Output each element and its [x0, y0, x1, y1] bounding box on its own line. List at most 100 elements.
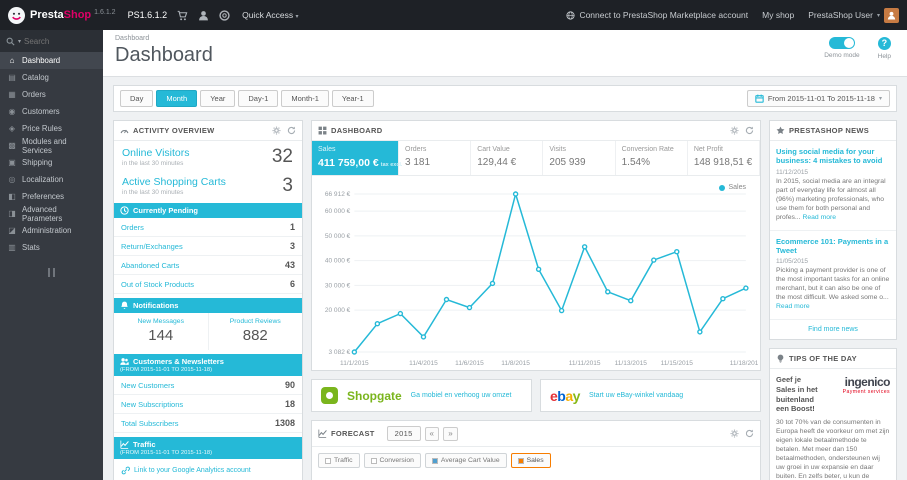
metric-tab-sales[interactable]: Sales 411 759,00 € tax excl. — [312, 141, 402, 175]
sidebar-item-orders[interactable]: ▦ Orders — [0, 86, 103, 103]
forecast-chart-area — [312, 474, 760, 480]
sidebar-item-customers[interactable]: ◉ Customers — [0, 103, 103, 120]
panel-title: ACTIVITY OVERVIEW — [133, 126, 215, 135]
range-day-button[interactable]: Day — [120, 90, 154, 107]
range-year-button[interactable]: Year — [200, 90, 236, 107]
forecast-next-button[interactable]: » — [443, 426, 459, 441]
pending-returns-row[interactable]: Return/Exchanges 3 — [114, 237, 302, 256]
svg-text:11/6/2015: 11/6/2015 — [455, 360, 484, 367]
marketplace-link[interactable]: Connect to PrestaShop Marketplace accoun… — [566, 10, 748, 20]
metric-tab-visits[interactable]: Visits 205 939 — [543, 141, 616, 175]
abandoned-carts-row[interactable]: Abandoned Carts 43 — [114, 256, 302, 275]
forecast-toggles: Traffic Conversion Average Cart Value Sa… — [312, 447, 760, 474]
user-icon[interactable] — [198, 10, 209, 21]
read-more-link[interactable]: Read more — [776, 303, 810, 310]
pending-orders-row[interactable]: Orders 1 — [114, 218, 302, 237]
shopgate-promo-link[interactable]: Ga mobiel en verhoog uw omzet — [411, 392, 512, 399]
quick-access-menu[interactable]: Quick Access ▾ — [242, 10, 298, 20]
demo-mode-toggle[interactable] — [828, 37, 855, 49]
chevron-down-icon: ▾ — [878, 96, 882, 102]
news-article-title[interactable]: Ecommerce 101: Payments in a Tweet — [776, 237, 890, 256]
forecast-year-select[interactable]: 2015 — [386, 426, 421, 441]
sidebar-item-preferences[interactable]: ◧ Preferences — [0, 188, 103, 205]
chart-icon — [318, 429, 327, 438]
sidebar-item-localization[interactable]: ◎ Localization — [0, 171, 103, 188]
administration-icon: ◪ — [8, 226, 16, 235]
ebay-promo-link[interactable]: Start uw eBay-winkel vandaag — [589, 392, 683, 399]
cart-icon[interactable] — [177, 10, 188, 21]
sidebar-item-advanced-parameters[interactable]: ◨ Advanced Parameters — [0, 205, 103, 223]
shop-name[interactable]: PS1.6.1.2 — [128, 10, 168, 20]
gear-icon[interactable] — [730, 429, 739, 438]
support-icon[interactable] — [219, 10, 230, 21]
notifications-grid: New Messages 144 Product Reviews 882 — [114, 313, 302, 350]
user-menu[interactable]: PrestaShop User ▾ — [808, 7, 899, 23]
customers-newsletters-header: Customers & Newsletters (FROM 2015-11-01… — [114, 354, 302, 376]
sidebar-item-stats[interactable]: ▥ Stats — [0, 239, 103, 256]
new-messages-cell[interactable]: New Messages 144 — [114, 313, 208, 350]
out-of-stock-row[interactable]: Out of Stock Products 6 — [114, 275, 302, 294]
new-customers-row[interactable]: New Customers 90 — [114, 376, 302, 395]
panel-title: FORECAST — [331, 429, 375, 438]
tip-body: 30 tot 70% van de consumenten in Europa … — [776, 419, 890, 480]
chart-legend[interactable]: Sales — [719, 184, 746, 191]
range-year-1-button[interactable]: Year-1 — [331, 90, 374, 107]
collapse-icon — [48, 268, 55, 277]
grid-icon — [318, 126, 327, 135]
forecast-prev-button[interactable]: « — [424, 426, 440, 441]
search-input[interactable] — [24, 36, 83, 46]
preferences-icon: ◧ — [8, 192, 16, 201]
demo-mode-label: Demo mode — [824, 52, 860, 59]
metric-tab-orders[interactable]: Orders 3 181 — [399, 141, 472, 175]
google-analytics-link[interactable]: Link to your Google Analytics account — [114, 459, 302, 480]
date-range-picker[interactable]: From 2015-11-01 To 2015-11-18 ▾ — [746, 90, 890, 107]
news-article-date: 11/12/2015 — [776, 168, 809, 176]
stats-icon: ▥ — [8, 243, 16, 252]
refresh-icon[interactable] — [745, 429, 754, 438]
metric-tab-net-profit[interactable]: Net Profit 148 918,51 € — [688, 141, 761, 175]
prestashop-news-panel: PRESTASHOP NEWS Using social media for y… — [769, 120, 897, 341]
metric-tab-conversion-rate[interactable]: Conversion Rate 1.54% — [616, 141, 688, 175]
forecast-panel: FORECAST 2015 « » Traffic Conversion Ave… — [311, 420, 761, 480]
sidebar-item-shipping[interactable]: ▣ Shipping — [0, 154, 103, 171]
date-range-toolbar: Day Month Year Day-1 Month-1 Year-1 From… — [113, 85, 897, 112]
forecast-toggle-average-cart-value[interactable]: Average Cart Value — [424, 453, 507, 468]
breadcrumb[interactable]: Dashboard — [115, 35, 895, 42]
svg-text:11/13/2015: 11/13/2015 — [615, 360, 648, 367]
refresh-icon[interactable] — [287, 126, 296, 135]
forecast-toggle-traffic[interactable]: Traffic — [318, 453, 360, 468]
gear-icon[interactable] — [272, 126, 281, 135]
search-icon[interactable] — [6, 37, 15, 46]
svg-text:50 000 €: 50 000 € — [325, 233, 351, 240]
gear-icon[interactable] — [730, 126, 739, 135]
read-more-link[interactable]: Read more — [802, 214, 836, 221]
new-subscriptions-row[interactable]: New Subscriptions 18 — [114, 395, 302, 414]
metric-tabs: Sales 411 759,00 € tax excl. Orders 3 181… — [312, 141, 761, 176]
sidebar-collapse-button[interactable] — [45, 264, 59, 282]
sidebar: ▾ ⌂Dashboard ▤Catalog ▦Orders ◉Customers… — [0, 30, 103, 480]
panel-title: PRESTASHOP NEWS — [789, 126, 870, 135]
ingenico-logo-text: ingenico — [844, 375, 891, 390]
refresh-icon[interactable] — [745, 126, 754, 135]
news-article-title[interactable]: Using social media for your business: 4 … — [776, 147, 890, 166]
metric-tab-cart-value[interactable]: Cart Value 129,44 € — [471, 141, 544, 175]
forecast-toggle-conversion[interactable]: Conversion — [363, 453, 421, 468]
globe-icon — [566, 11, 575, 20]
range-day-1-button[interactable]: Day-1 — [238, 90, 279, 107]
total-subscribers-row[interactable]: Total Subscribers 1308 — [114, 414, 302, 433]
sidebar-item-modules[interactable]: ▩ Modules and Services — [0, 137, 103, 155]
sidebar-item-price-rules[interactable]: ◈ Price Rules — [0, 120, 103, 137]
forecast-toggle-sales[interactable]: Sales — [510, 453, 551, 468]
sidebar-item-catalog[interactable]: ▤ Catalog — [0, 69, 103, 86]
sidebar-item-administration[interactable]: ◪ Administration — [0, 222, 103, 239]
my-shop-link[interactable]: My shop — [762, 10, 794, 20]
product-reviews-cell[interactable]: Product Reviews 882 — [207, 313, 303, 350]
chevron-down-icon[interactable]: ▾ — [18, 38, 21, 45]
range-month-button[interactable]: Month — [156, 90, 198, 107]
help-button[interactable]: ? — [877, 37, 891, 50]
sidebar-item-dashboard[interactable]: ⌂ Dashboard — [0, 52, 103, 69]
find-more-news-link[interactable]: Find more news — [770, 320, 896, 339]
range-month-1-button[interactable]: Month-1 — [281, 90, 329, 107]
prestashop-logo[interactable] — [8, 7, 25, 24]
swatch — [325, 457, 331, 464]
